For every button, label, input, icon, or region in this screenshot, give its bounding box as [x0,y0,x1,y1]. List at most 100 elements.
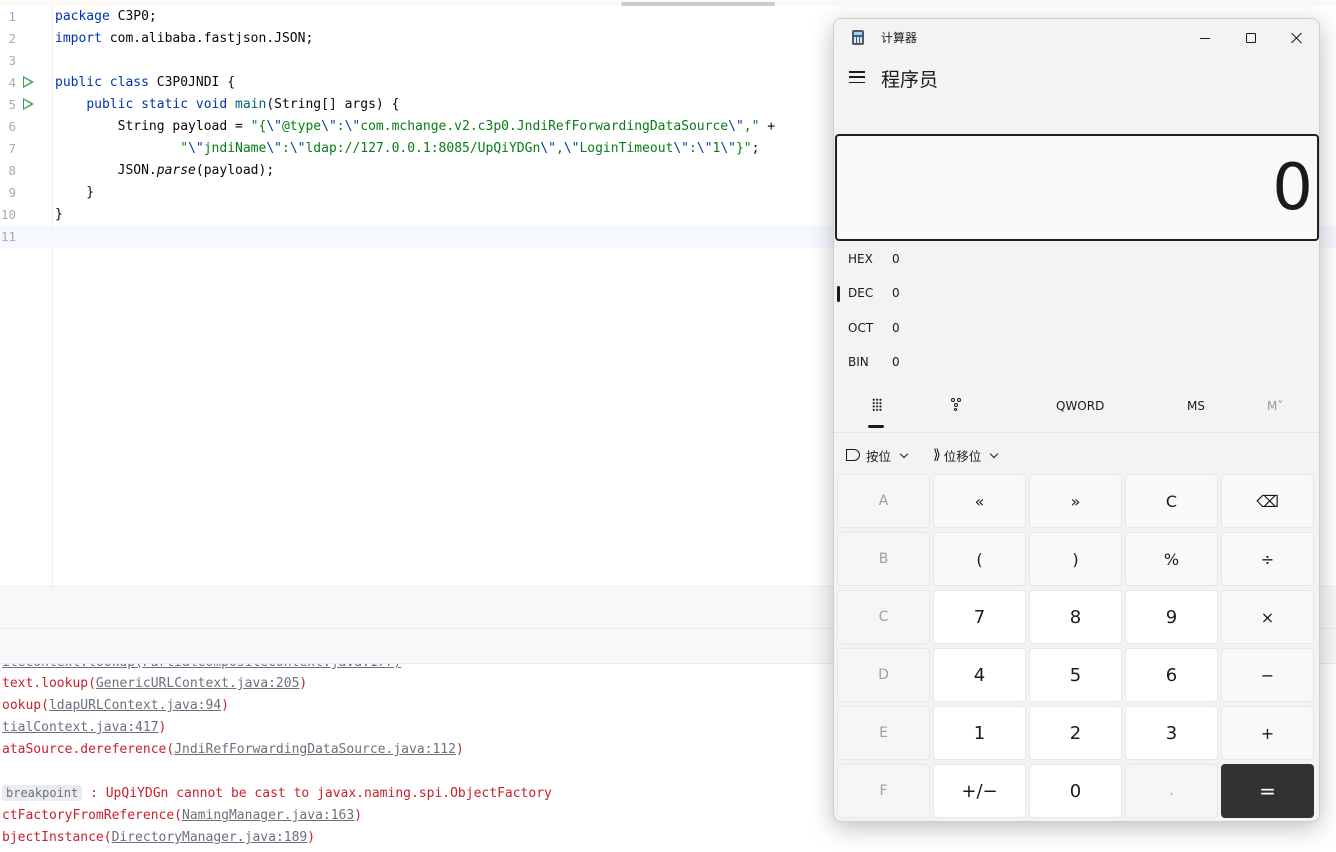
close-icon [1291,32,1303,44]
chevron-down-icon [990,449,999,458]
radix-row-bin[interactable]: BIN 0 [848,351,900,373]
key-symbol[interactable]: ÷ [1221,532,1314,586]
key-0[interactable]: 0 [1029,764,1122,818]
bit-shift-icon: ⟫ [933,447,941,463]
result-display: 0 [835,134,1319,241]
radix-label: BIN [848,355,869,369]
keypad: A «» C ⌫ B()% ÷ C 7 8 9 × D 4 5 6− E 1 2 3 + F +/− 0. = [837,474,1317,820]
radix-label: HEX [848,252,873,266]
console-line: tialContext.java:417) [2,720,167,735]
line-number: 4 [8,75,16,90]
line-number: 3 [8,53,16,68]
key-5[interactable]: 5 [1029,648,1122,702]
key-symbol[interactable]: × [1221,590,1314,644]
line-number: 2 [8,31,16,46]
calculator-app-icon [852,30,864,45]
key-7[interactable]: 7 [933,590,1026,644]
window-title: 计算器 [881,31,918,45]
key-c[interactable]: C [1125,474,1218,528]
key-2[interactable]: 2 [1029,706,1122,760]
key-e: E [837,706,930,760]
programmer-toolbar: QWORD MS M˅ [834,389,1319,433]
line-number: 9 [8,185,16,200]
key-1[interactable]: 1 [933,706,1026,760]
memory-view-button[interactable]: M˅ [1267,399,1283,413]
key-f: F [837,764,930,818]
key-9[interactable]: 9 [1125,590,1218,644]
bit-toggling-keypad-icon[interactable] [951,398,963,412]
code-text: } [55,207,63,222]
close-button[interactable] [1274,23,1319,53]
key-symbol[interactable]: + [1221,706,1314,760]
code-text: } [55,185,95,200]
breakpoint-tag[interactable]: breakpoint [2,785,83,801]
key-symbol[interactable]: ⌫ [1221,474,1314,528]
stacktrace-link[interactable]: tialContext.java:417 [2,720,159,735]
bitshift-dropdown[interactable]: ⟫ 位移位 [933,445,999,465]
calculator-window: 计算器 程序员 0 HEX 0 DEC 0 OCT 0 BIN 0 QWORD MS M˅ 按… [833,18,1320,822]
bitshift-label: 位移位 [943,448,982,464]
code-text: String payload = "{\"@type\":\"com.mchan… [55,119,776,134]
maximize-icon [1246,33,1256,43]
radix-row-dec[interactable]: DEC 0 [848,282,900,304]
radix-selection-indicator [837,286,840,302]
console-line: ataSource.dereference(JndiRefForwardingD… [2,742,464,757]
minimize-button[interactable] [1182,23,1228,53]
key-d: D [837,648,930,702]
line-number: 10 [0,207,16,222]
full-keypad-icon[interactable] [872,398,882,412]
key-4[interactable]: 4 [933,648,1026,702]
line-number: 7 [8,141,16,156]
hamburger-menu-icon[interactable] [849,71,865,83]
minimize-icon [1200,37,1210,39]
line-number: 11 [0,229,16,244]
key-a: A [837,474,930,528]
line-number: 6 [8,119,16,134]
radix-label: DEC [848,286,874,300]
maximize-button[interactable] [1228,23,1274,53]
stacktrace-link[interactable]: NamingManager.java:163 [182,808,354,823]
code-text: import com.alibaba.fastjson.JSON; [55,31,314,46]
key-8[interactable]: 8 [1029,590,1122,644]
bitwise-dropdown[interactable]: 按位 [846,445,909,465]
active-tab-underline [868,425,884,428]
line-number: 8 [8,163,16,178]
title-bar[interactable]: 计算器 [834,19,1319,57]
run-gutter-icon[interactable] [23,98,34,110]
stacktrace-link[interactable]: JndiRefForwardingDataSource.java:112 [174,742,456,757]
key-symbol[interactable]: +/− [933,764,1026,818]
radix-value: 0 [892,286,900,300]
key-symbol[interactable]: ) [1029,532,1122,586]
key-symbol[interactable]: « [933,474,1026,528]
console-line: bjectInstance(DirectoryManager.java:189) [2,830,316,845]
code-text: JSON.parse(payload); [55,163,275,178]
key-symbol: . [1125,764,1218,818]
line-number: 1 [8,9,16,24]
bitwise-label: 按位 [866,448,892,464]
memory-store-button[interactable]: MS [1187,399,1205,413]
code-text: public static void main(String[] args) { [86,97,400,112]
key-symbol[interactable]: − [1221,648,1314,702]
code-text: public class C3P0JNDI { [55,75,236,90]
key-3[interactable]: 3 [1125,706,1218,760]
mode-title: 程序员 [881,69,939,91]
stacktrace-link[interactable]: DirectoryManager.java:189 [112,830,308,845]
chevron-down-icon [899,449,909,458]
radix-value: 0 [892,355,900,369]
key-6[interactable]: 6 [1125,648,1218,702]
radix-label: OCT [848,321,874,335]
key-symbol[interactable]: ( [933,532,1026,586]
key-symbol[interactable]: % [1125,532,1218,586]
display-value: 0 [1272,151,1313,225]
radix-row-hex[interactable]: HEX 0 [848,248,900,270]
console-line: text.lookup(GenericURLContext.java:205) [2,676,308,691]
stacktrace-link[interactable]: ldapURLContext.java:94 [49,698,221,713]
run-gutter-icon[interactable] [23,76,34,88]
word-size-button[interactable]: QWORD [1056,399,1104,413]
stacktrace-link[interactable]: GenericURLContext.java:205 [96,676,300,691]
key-b: B [837,532,930,586]
logic-gate-icon [846,449,860,461]
key-symbol[interactable]: » [1029,474,1122,528]
radix-row-oct[interactable]: OCT 0 [848,317,900,339]
key-symbol[interactable]: = [1221,764,1314,818]
